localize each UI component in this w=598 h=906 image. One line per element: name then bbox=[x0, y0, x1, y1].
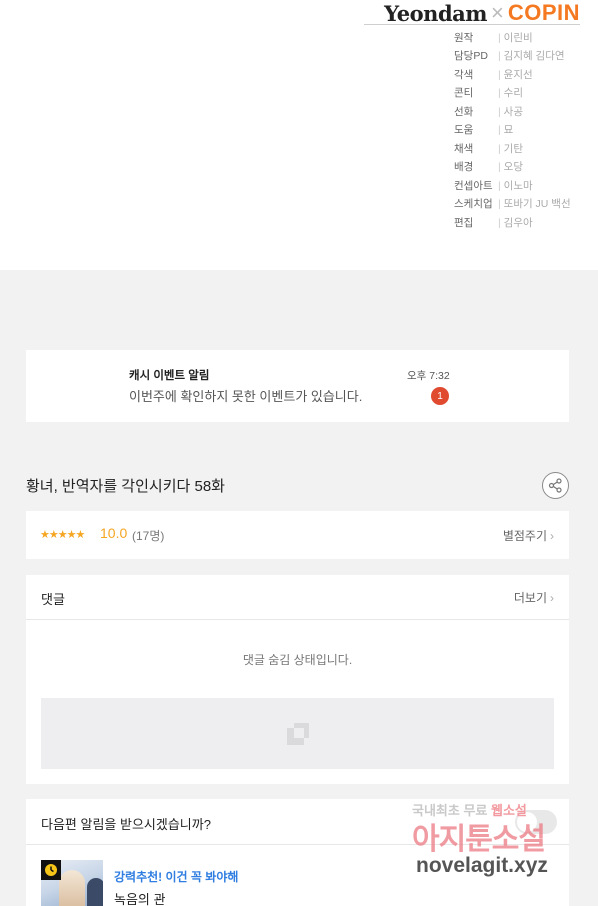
comments-hidden-message: 댓글 숨김 상태입니다. bbox=[242, 653, 353, 667]
recommendation-title[interactable]: 녹음의 관 bbox=[114, 889, 165, 906]
rating-score: 10.0 bbox=[100, 525, 128, 541]
credit-row: 원작 이린비 bbox=[454, 28, 571, 47]
credit-name: 김지혜 김다연 bbox=[498, 48, 565, 63]
credits-list: 원작 이린비 담당PD 김지혜 김다연 각색 윤지선 콘티 수리 선화 사공 도움 묘 채색… bbox=[454, 28, 571, 232]
credit-name: 수리 bbox=[498, 85, 523, 100]
credit-name: 사공 bbox=[498, 104, 523, 119]
credit-row: 배경 오당 bbox=[454, 158, 571, 177]
share-icon bbox=[548, 478, 562, 493]
credit-role: 채색 bbox=[454, 142, 474, 155]
share-button[interactable] bbox=[542, 472, 569, 499]
notification-message: 이번주에 확인하지 못한 이벤트가 있습니다. bbox=[129, 389, 363, 404]
credit-row: 컨셉아트 이노마 bbox=[454, 176, 571, 195]
rating-stars: ★★★★★ bbox=[40, 528, 85, 541]
credit-role: 각색 bbox=[454, 68, 474, 81]
credit-name: 또바기 JU 백선 bbox=[498, 196, 571, 211]
comments-more-link[interactable]: 더보기 › bbox=[514, 589, 554, 606]
logo-yeondam: Yeondam bbox=[384, 0, 487, 26]
rating-card: ★★★★★ 10.0 (17명) 별점주기 › bbox=[26, 511, 569, 559]
ad-banner[interactable] bbox=[41, 698, 554, 769]
credit-role: 선화 bbox=[454, 105, 474, 118]
credit-row: 도움 묘 bbox=[454, 121, 571, 140]
chevron-right-icon: › bbox=[550, 529, 554, 543]
credits-section: Yeondam × COPIN 원작 이린비 담당PD 김지혜 김다연 각색 윤지선 … bbox=[0, 0, 598, 270]
credit-name: 이노마 bbox=[498, 178, 533, 193]
credit-name: 오당 bbox=[498, 159, 523, 174]
episode-title: 황녀, 반역자를 각인시키다 58화 bbox=[26, 478, 225, 495]
event-notification-card[interactable]: 캐시 이벤트 알림 이번주에 확인하지 못한 이벤트가 있습니다. 오후 7:3… bbox=[26, 350, 569, 422]
credit-name: 김우아 bbox=[498, 215, 533, 230]
publisher-logo: Yeondam × COPIN bbox=[384, 0, 580, 26]
credit-role: 배경 bbox=[454, 161, 474, 174]
watermark-url: novelagit.xyz bbox=[416, 854, 548, 877]
site-watermark: 국내최초 무료 웹소설 아지툰소설 novelagit.xyz bbox=[412, 800, 582, 890]
credit-name: 묘 bbox=[498, 122, 514, 137]
rating-count: (17명) bbox=[132, 529, 165, 543]
comments-title: 댓글 bbox=[41, 592, 65, 607]
clock-icon bbox=[41, 860, 61, 880]
logo-separator: × bbox=[490, 0, 504, 25]
chevron-right-icon: › bbox=[550, 591, 554, 605]
credit-row: 각색 윤지선 bbox=[454, 65, 571, 84]
credit-row: 콘티 수리 bbox=[454, 84, 571, 103]
credit-row: 담당PD 김지혜 김다연 bbox=[454, 47, 571, 66]
credit-row: 선화 사공 bbox=[454, 102, 571, 121]
thumbnail-figure bbox=[59, 870, 85, 906]
credit-row: 채색 기탄 bbox=[454, 139, 571, 158]
credit-role: 도움 bbox=[454, 124, 474, 137]
next-episode-prompt: 다음편 알림을 받으시겠습니까? bbox=[41, 817, 211, 832]
notification-title: 캐시 이벤트 알림 bbox=[129, 370, 210, 382]
credit-role: 원작 bbox=[454, 31, 474, 44]
comments-header: 댓글 더보기 › bbox=[26, 575, 569, 620]
credit-role: 스케치업 bbox=[454, 198, 493, 211]
logo-divider bbox=[364, 24, 580, 25]
credit-name: 기탄 bbox=[498, 141, 523, 156]
credit-role: 콘티 bbox=[454, 87, 474, 100]
watermark-brand: 아지툰소설 bbox=[412, 823, 546, 856]
ad-placeholder-icon bbox=[287, 723, 309, 745]
rate-button-label: 별점주기 bbox=[502, 529, 547, 543]
comments-card: 댓글 더보기 › 댓글 숨김 상태입니다. bbox=[26, 575, 569, 784]
credit-role: 담당PD bbox=[454, 50, 488, 63]
recommendation-thumbnail[interactable] bbox=[41, 860, 103, 906]
credit-row: 스케치업 또바기 JU 백선 bbox=[454, 195, 571, 214]
comments-more-label: 더보기 bbox=[513, 591, 547, 605]
credit-row: 편집 김우아 bbox=[454, 213, 571, 232]
credit-name: 이린비 bbox=[498, 30, 533, 45]
logo-copin: COPIN bbox=[507, 0, 580, 25]
thumbnail-figure bbox=[87, 878, 103, 906]
notification-time: 오후 7:32 bbox=[407, 370, 450, 382]
rate-button[interactable]: 별점주기 › bbox=[503, 527, 554, 544]
credit-role: 편집 bbox=[454, 216, 474, 229]
credit-name: 윤지선 bbox=[498, 67, 533, 82]
recommendation-label[interactable]: 강력추천! 이건 꼭 봐야해 bbox=[114, 868, 238, 885]
notification-count-badge: 1 bbox=[431, 387, 449, 405]
credit-role: 컨셉아트 bbox=[454, 179, 493, 192]
